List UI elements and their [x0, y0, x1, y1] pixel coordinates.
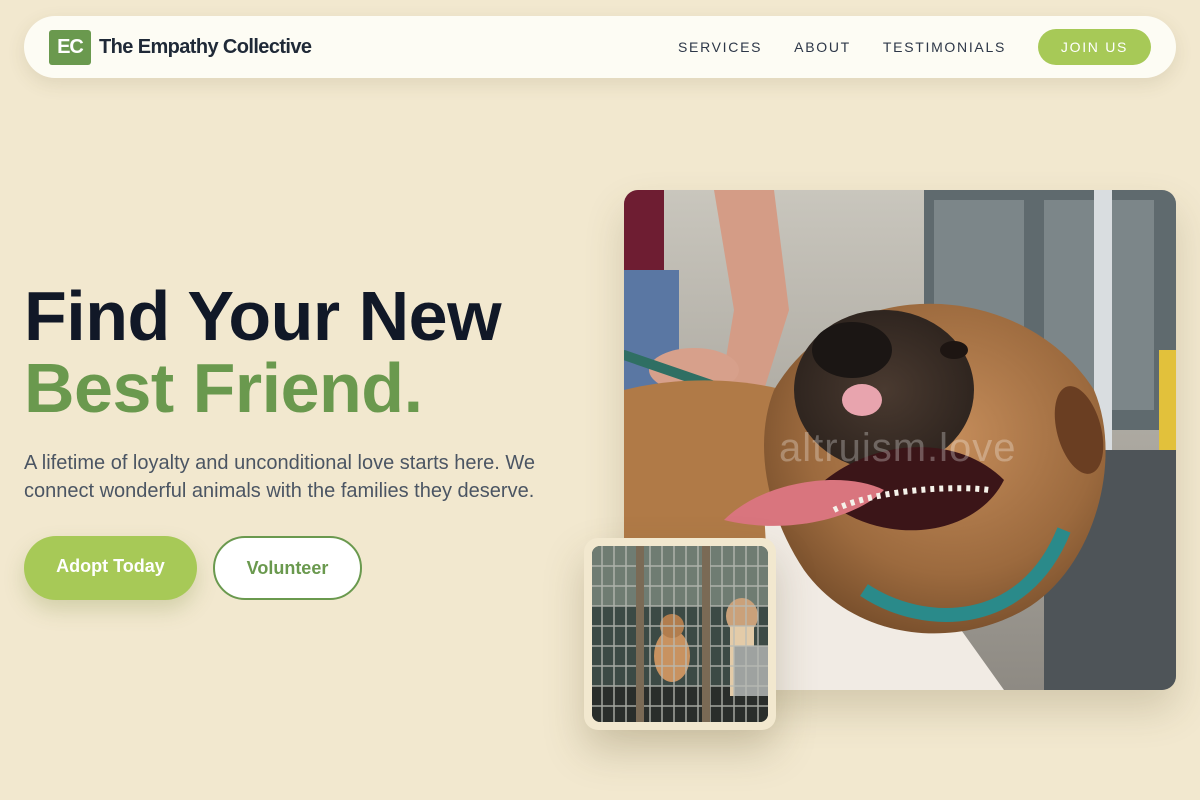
logo-badge[interactable]: EC — [49, 29, 91, 65]
headline-line-2: Best Friend. — [24, 349, 423, 427]
kennel-dogs-photo-icon — [592, 546, 768, 722]
photo-watermark: altruism.love — [779, 426, 1017, 470]
brand-name[interactable]: The Empathy Collective — [99, 36, 312, 59]
nav-link-services[interactable]: SERVICES — [678, 39, 762, 55]
nav-links: SERVICES ABOUT TESTIMONIALS JOIN US — [678, 29, 1151, 65]
headline-line-1: Find Your New — [24, 277, 502, 355]
hero-headline: Find Your New Best Friend. — [24, 277, 502, 427]
nav-link-testimonials[interactable]: TESTIMONIALS — [883, 39, 1006, 55]
adopt-today-button[interactable]: Adopt Today — [24, 536, 197, 600]
kennel-photo-card — [584, 538, 776, 730]
volunteer-button[interactable]: Volunteer — [213, 536, 362, 600]
navbar: EC The Empathy Collective SERVICES ABOUT… — [24, 16, 1176, 78]
join-us-button[interactable]: JOIN US — [1038, 29, 1151, 65]
hero-subtitle: A lifetime of loyalty and unconditional … — [24, 452, 536, 502]
nav-link-about[interactable]: ABOUT — [794, 39, 851, 55]
